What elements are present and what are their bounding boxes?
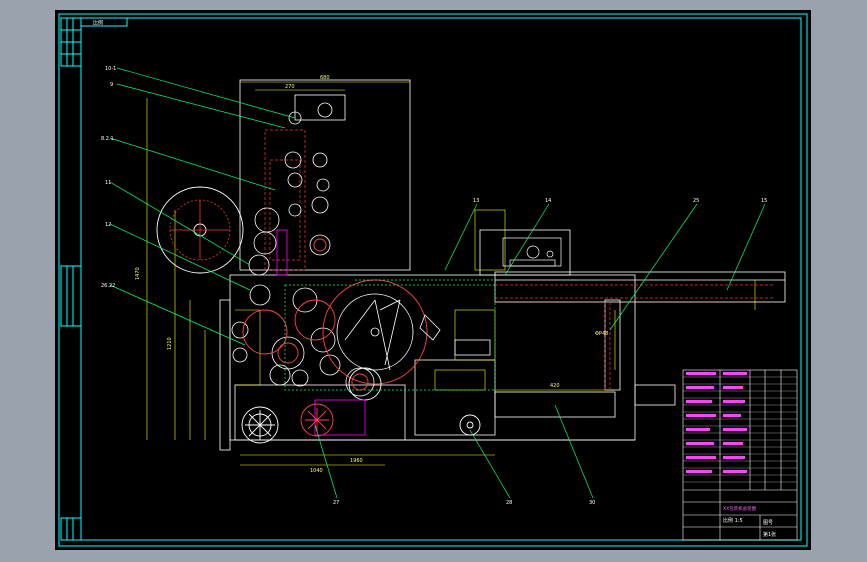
cam-linkage <box>336 293 491 371</box>
svg-text:270: 270 <box>285 84 295 90</box>
balloon-4: 11 <box>105 180 111 186</box>
svg-text:1470: 1470 <box>135 267 141 280</box>
svg-text:ΦP48: ΦP48 <box>595 331 608 337</box>
drawing-name: XX包装机总装图 <box>723 505 757 512</box>
balloon-10: 15 <box>761 198 767 204</box>
balloon-5: 12 <box>105 222 111 228</box>
drawing-sheet: 比例 680 270 1470 1210 1960 1040 420 ΦP48 … <box>55 10 811 550</box>
cad-drawing-canvas: 比例 680 270 1470 1210 1960 1040 420 ΦP48 … <box>58 13 808 547</box>
dimension-texts: 680 270 1470 1210 1960 1040 420 ΦP48 <box>135 75 608 474</box>
balloon-11: 27 <box>333 500 339 506</box>
scale-box-label: 比例 <box>93 20 103 27</box>
title-block-text: XX包装机总装图 比例 1:5 图号 第1张 <box>723 505 776 538</box>
bottom-wheel-right <box>348 367 481 436</box>
parts-list-entries <box>686 372 747 473</box>
balloon-6: 26.22 <box>101 283 115 289</box>
sheet-text: 第1张 <box>763 531 776 538</box>
svg-text:1960: 1960 <box>350 458 363 464</box>
balloon-1: 10-1 <box>105 66 116 72</box>
svg-text:420: 420 <box>550 383 560 389</box>
dimension-lines <box>146 81 756 466</box>
balloon-8: 14 <box>545 198 551 204</box>
balloon-leaders <box>109 67 766 499</box>
balloon-13: 30 <box>589 500 595 506</box>
roller-set <box>231 102 375 397</box>
balloon-12: 28 <box>506 500 512 506</box>
gear-rings <box>242 238 428 391</box>
reel-hatch <box>169 199 231 261</box>
svg-text:1210: 1210 <box>167 337 173 350</box>
bottom-sprocket-left <box>241 406 279 444</box>
svg-text:680: 680 <box>320 75 330 81</box>
balloon-9: 25 <box>693 198 699 204</box>
drawing-no: 图号 <box>763 520 773 526</box>
balloon-3: 8.2.1 <box>101 136 114 142</box>
balloon-7: 13 <box>473 198 479 204</box>
balloon-2: 9 <box>110 82 113 88</box>
parts-list <box>682 369 798 541</box>
drive-unit <box>502 237 562 267</box>
svg-text:1040: 1040 <box>310 468 323 474</box>
scale-text: 比例 1:5 <box>723 517 743 524</box>
